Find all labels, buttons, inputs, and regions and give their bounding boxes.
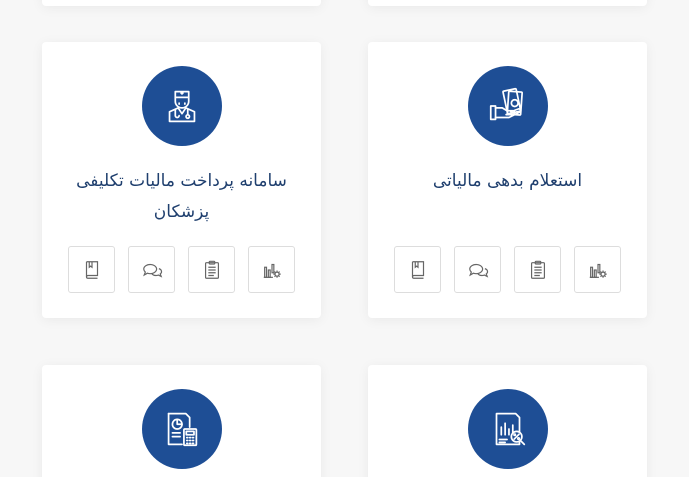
report-percent-icon: [468, 389, 548, 469]
chart-settings-icon: [589, 263, 607, 278]
card-title[interactable]: استعلام بدهی مالیاتی: [382, 166, 633, 197]
calculator-report-icon: [142, 389, 222, 469]
service-card-tax-debt-inquiry[interactable]: استعلام بدهی مالیاتی: [368, 42, 647, 318]
comment-icon: [468, 263, 488, 278]
book-icon: [411, 260, 424, 279]
guide-button[interactable]: [68, 246, 115, 293]
service-card-report[interactable]: [368, 365, 647, 477]
chart-settings-icon: [263, 263, 281, 278]
statistics-button[interactable]: [248, 246, 295, 293]
comments-button[interactable]: [128, 246, 175, 293]
service-card-partial: [368, 0, 647, 6]
service-grid: استعلام بدهی مالیاتی سامانه پرداخت مالیا…: [0, 0, 689, 477]
service-card-partial: [42, 0, 321, 6]
clipboard-icon: [204, 260, 219, 279]
money-hand-icon: [468, 66, 548, 146]
card-title[interactable]: سامانه پرداخت مالیات تکلیفی پزشکان: [56, 166, 307, 228]
comment-icon: [142, 263, 162, 278]
statistics-button[interactable]: [574, 246, 621, 293]
card-actions: [42, 246, 321, 293]
clipboard-icon: [530, 260, 545, 279]
service-card-calculator[interactable]: [42, 365, 321, 477]
service-card-doctors-tax-payment[interactable]: سامانه پرداخت مالیات تکلیفی پزشکان: [42, 42, 321, 318]
book-icon: [85, 260, 98, 279]
comments-button[interactable]: [454, 246, 501, 293]
doctor-icon: [142, 66, 222, 146]
requirements-button[interactable]: [514, 246, 561, 293]
card-actions: [368, 246, 647, 293]
guide-button[interactable]: [394, 246, 441, 293]
requirements-button[interactable]: [188, 246, 235, 293]
